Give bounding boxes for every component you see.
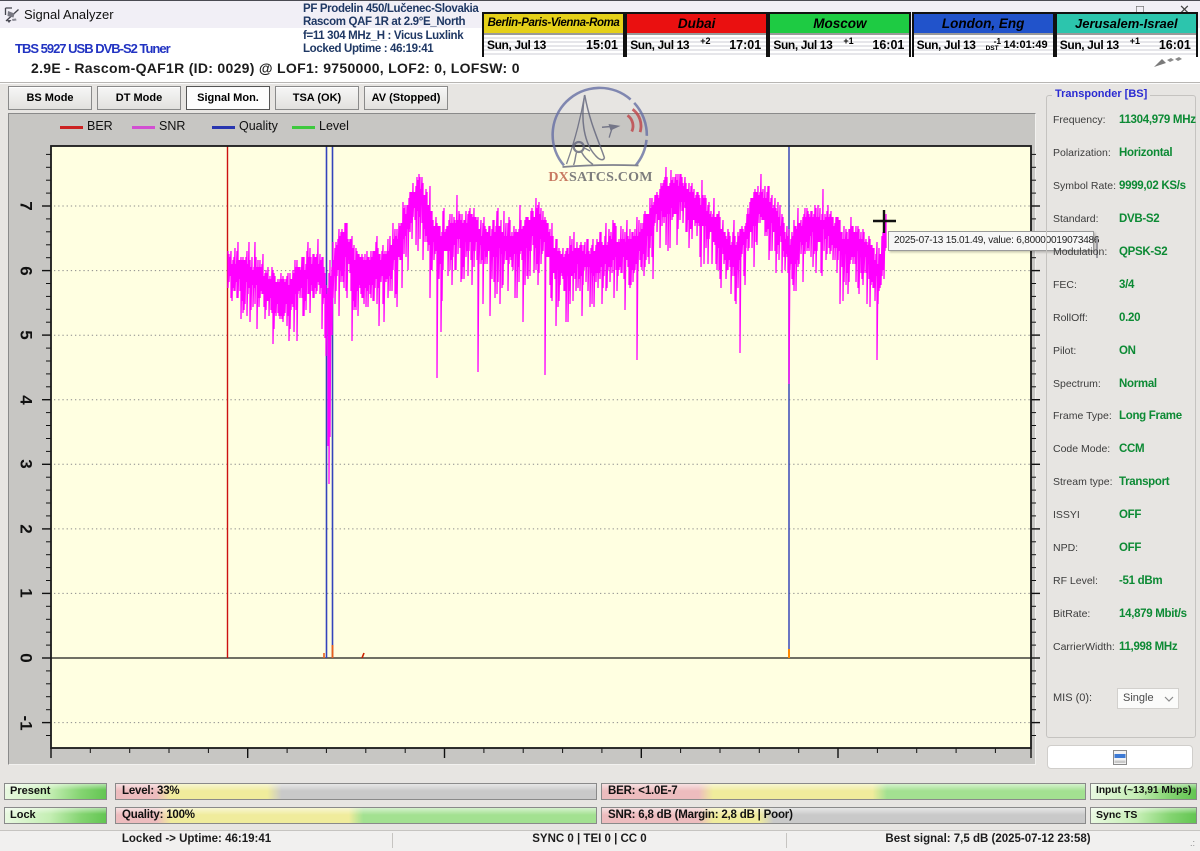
- svg-text:DXSATCS.COM: DXSATCS.COM: [548, 170, 652, 185]
- svg-text:2: 2: [17, 524, 36, 533]
- svg-text:7: 7: [17, 201, 36, 210]
- svg-text:5: 5: [17, 330, 36, 339]
- svg-text:-1: -1: [17, 715, 36, 730]
- svg-text:3: 3: [17, 459, 36, 468]
- svg-text:6: 6: [17, 266, 36, 275]
- svg-text:4: 4: [17, 395, 36, 405]
- svg-text:0: 0: [17, 653, 36, 662]
- svg-text:1: 1: [17, 588, 36, 597]
